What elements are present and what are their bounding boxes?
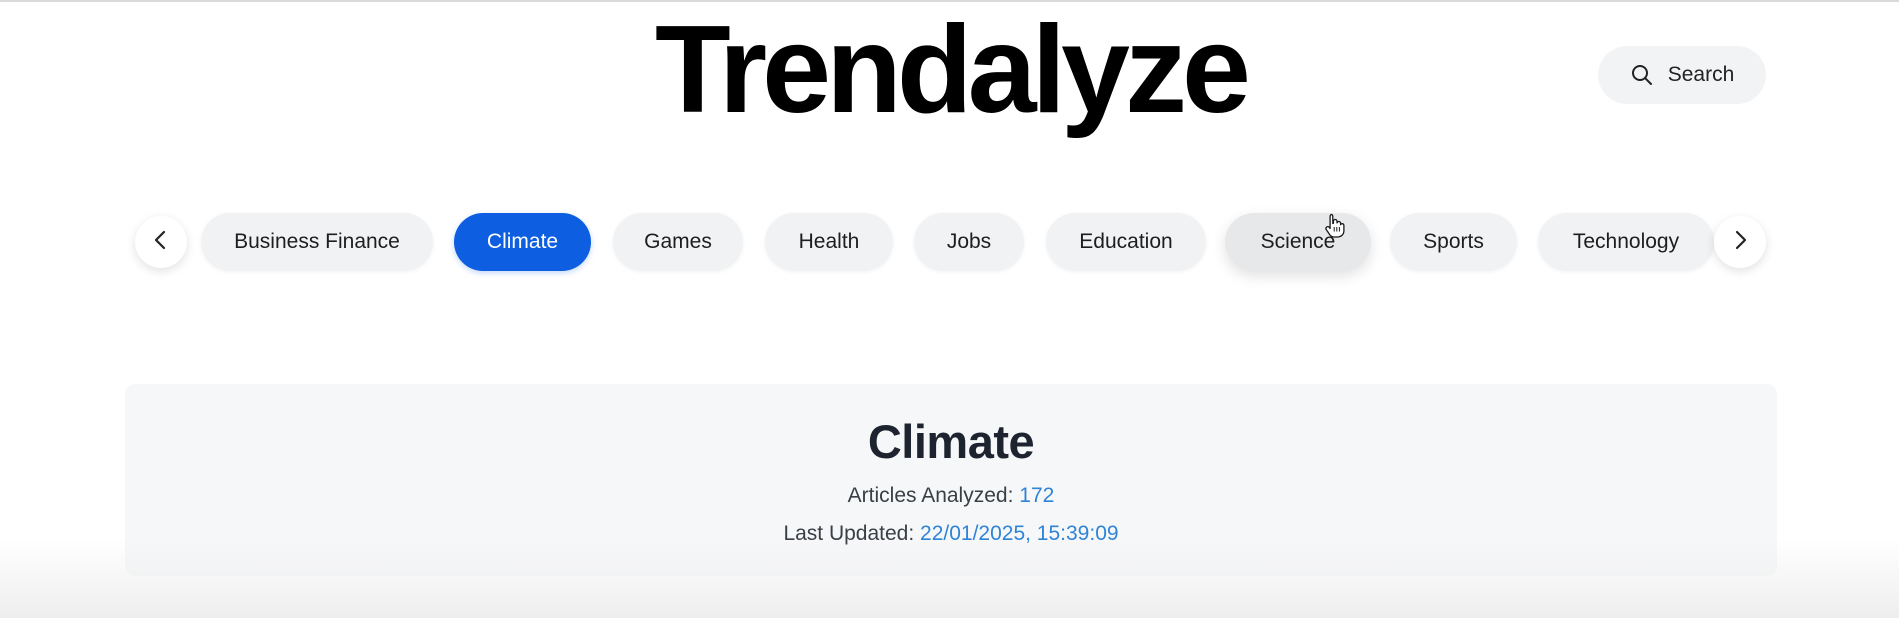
category-chip-sports[interactable]: Sports [1390,213,1517,271]
category-next-button[interactable] [1714,216,1766,268]
category-chip-technology[interactable]: Technology [1538,213,1714,271]
category-prev-button[interactable] [135,216,187,268]
search-icon [1630,63,1654,87]
bottom-fade [0,540,1899,618]
summary-title: Climate [867,415,1035,468]
category-chip-science[interactable]: Science [1225,213,1371,271]
search-button[interactable]: Search [1598,46,1766,104]
category-chip-business-finance[interactable]: Business Finance [201,213,433,271]
search-label: Search [1667,63,1735,86]
articles-analyzed-line: Articles Analyzed: 172 [125,484,1777,508]
category-chip-jobs[interactable]: Jobs [914,213,1024,271]
category-chip-climate[interactable]: Climate [454,213,591,271]
category-chip-health[interactable]: Health [765,213,893,271]
articles-analyzed-label: Articles Analyzed: [847,484,1020,507]
articles-analyzed-value: 172 [1019,484,1055,507]
category-chip-games[interactable]: Games [613,213,743,271]
category-chip-education[interactable]: Education [1046,213,1206,271]
chevron-left-icon [150,229,172,256]
chevron-right-icon [1729,229,1751,256]
